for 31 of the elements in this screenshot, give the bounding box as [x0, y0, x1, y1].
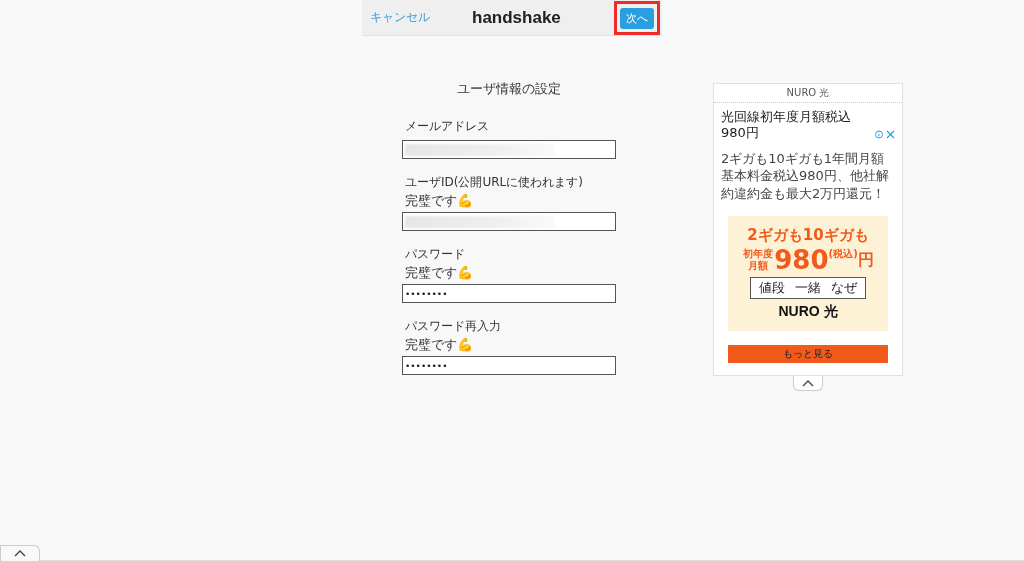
banner-unit: 円 [857, 249, 874, 271]
banner-prefix: 初年度月額 [742, 248, 775, 273]
ad-headline: 光回線初年度月額税込980円 [721, 109, 852, 142]
banner-word: 値段 [759, 279, 785, 298]
banner-slogan: 2ギガも10ギガも [747, 226, 869, 246]
field-label: ユーザID(公開URLに使われます) [404, 174, 584, 191]
ad-info-close-icon[interactable] [875, 129, 895, 139]
ad-sponsor: NURO 光 [714, 84, 902, 103]
chevron-up-icon [802, 379, 814, 387]
app-title: handshake [472, 7, 561, 28]
banner-price: 980 [774, 245, 829, 276]
input-field[interactable] [402, 212, 616, 231]
more-button[interactable]: もっと見る [728, 345, 888, 364]
form-title: ユーザ情報の設定 [456, 80, 562, 98]
banner-brand: NURO 光 [778, 303, 838, 322]
field-label: パスワード [404, 246, 466, 263]
expand-tab[interactable] [0, 545, 40, 561]
banner-word: 一緒 [795, 279, 821, 298]
banner-word: なぜ [831, 279, 857, 298]
chevron-up-icon [14, 550, 26, 557]
banner-tax-note: (税込) [828, 247, 858, 260]
field-label: パスワード再入力 [404, 318, 502, 335]
field-label: メールアドレス [404, 118, 490, 135]
validation-message: 完璧です💪 [404, 336, 474, 354]
validation-message: 完璧です💪 [404, 264, 474, 282]
ad-description: 2ギガも10ギガも1年間月額基本料金税込980円、他社解約違約金も最大2万円還元！ [721, 149, 890, 203]
password-field[interactable]: •••••••• [402, 356, 616, 375]
validation-message: 完璧です💪 [404, 192, 474, 210]
collapse-tab[interactable] [793, 376, 823, 392]
input-field[interactable] [402, 140, 616, 159]
password-field[interactable]: •••••••• [402, 284, 616, 303]
